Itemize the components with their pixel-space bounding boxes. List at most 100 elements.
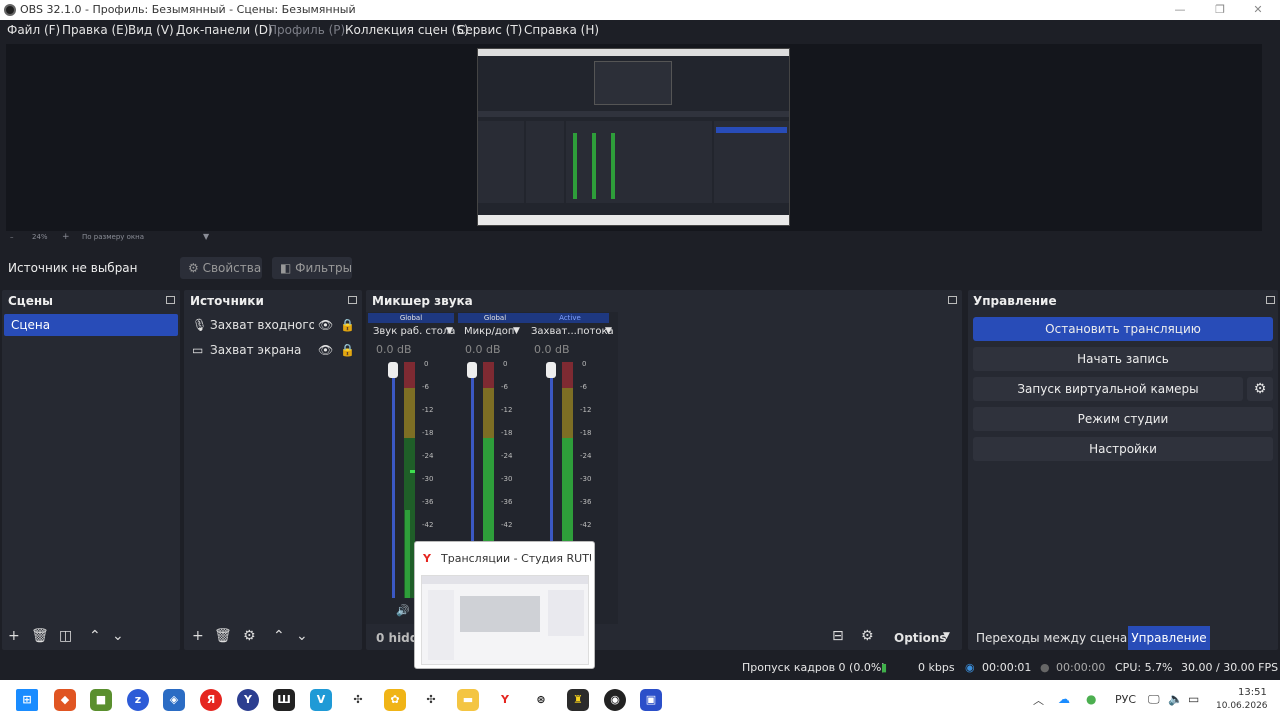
- undock-icon[interactable]: [166, 296, 175, 304]
- meter-scale: -24: [501, 452, 513, 460]
- app-icon[interactable]: ✣: [347, 689, 369, 711]
- options-button[interactable]: Options: [894, 631, 947, 645]
- zoom-fit-select[interactable]: По размеру окна: [82, 233, 144, 241]
- meter-red: [562, 362, 573, 388]
- minimize-button[interactable]: —: [1160, 1, 1200, 19]
- menu-scene-collection[interactable]: Коллекция сцен (S): [345, 23, 469, 37]
- undock-icon[interactable]: [348, 296, 357, 304]
- chevron-down-icon[interactable]: ▼: [605, 326, 612, 336]
- settings-button[interactable]: Настройки: [973, 437, 1273, 461]
- chatgpt-icon[interactable]: ⊛: [530, 689, 552, 711]
- stop-stream-button[interactable]: Остановить трансляцию: [973, 317, 1273, 341]
- shield-icon[interactable]: ◈: [163, 689, 185, 711]
- zoom-out-button[interactable]: –: [10, 233, 14, 241]
- channel-badge: Global: [458, 313, 532, 323]
- mixer-title: Микшер звука: [372, 294, 473, 308]
- battery-icon[interactable]: ▭: [1188, 692, 1199, 706]
- menu-view[interactable]: Вид (V): [128, 23, 174, 37]
- close-button[interactable]: ✕: [1238, 1, 1278, 19]
- tab-controls[interactable]: Управление: [1128, 626, 1210, 650]
- app-icon[interactable]: ▣: [640, 689, 662, 711]
- undock-icon[interactable]: [948, 296, 957, 304]
- add-source-button[interactable]: +: [192, 628, 204, 644]
- language-indicator[interactable]: РУС: [1115, 693, 1136, 706]
- maximize-button[interactable]: ❐: [1200, 1, 1240, 19]
- tray-icon[interactable]: ●: [1086, 692, 1096, 706]
- slider-handle[interactable]: [546, 362, 556, 378]
- slider-handle[interactable]: [467, 362, 477, 378]
- scene-item[interactable]: Сцена: [4, 314, 178, 336]
- volume-slider[interactable]: [392, 362, 395, 598]
- volume-icon[interactable]: 🔈: [1168, 692, 1183, 706]
- app-icon[interactable]: ◆: [54, 689, 76, 711]
- chevron-down-icon[interactable]: ▼: [203, 232, 209, 241]
- studio-mode-button[interactable]: Режим студии: [973, 407, 1273, 431]
- menu-bar: Файл (F) Правка (E) Вид (V) Док-панели (…: [0, 20, 1280, 42]
- windows-start-icon[interactable]: ⊞: [16, 689, 38, 711]
- start-record-button[interactable]: Начать запись: [973, 347, 1273, 371]
- menu-edit[interactable]: Правка (E): [62, 23, 128, 37]
- taskbar-preview-popup[interactable]: Y Трансляции - Студия RUTU...: [414, 541, 595, 669]
- menu-tools[interactable]: Сервис (T): [457, 23, 522, 37]
- slider-handle[interactable]: [388, 362, 398, 378]
- source-properties-button[interactable]: ⚙: [243, 628, 256, 644]
- menu-profile[interactable]: Профиль (P): [268, 23, 345, 37]
- app-icon[interactable]: ♜: [567, 689, 589, 711]
- clock-date[interactable]: 10.06.2026: [1216, 701, 1268, 711]
- chevron-down-icon[interactable]: ▼: [446, 326, 453, 336]
- move-down-button[interactable]: ⌄: [296, 628, 308, 644]
- source-item-audio[interactable]: Захват входного ау...: [210, 318, 314, 332]
- source-item-screen[interactable]: Захват экрана: [210, 343, 301, 357]
- folder-icon[interactable]: ▬: [457, 689, 479, 711]
- chevron-up-icon[interactable]: ︿: [1033, 692, 1044, 708]
- app-icon[interactable]: ✣: [420, 689, 442, 711]
- filter-icon: ◧: [280, 261, 292, 275]
- remove-scene-button[interactable]: 🗑: [31, 628, 49, 644]
- minecraft-icon[interactable]: ■: [90, 689, 112, 711]
- yandex-icon[interactable]: Я: [200, 689, 222, 711]
- yandex-browser-icon[interactable]: Y: [494, 689, 516, 711]
- move-up-button[interactable]: ⌃: [273, 628, 285, 644]
- mixer-settings-icon[interactable]: ⚙: [861, 628, 874, 644]
- layout-icon[interactable]: ⊟: [832, 628, 844, 644]
- clock-time[interactable]: 13:51: [1238, 687, 1267, 698]
- tab-transitions[interactable]: Переходы между сценами: [976, 631, 1144, 645]
- filters-button[interactable]: ◧ Фильтры: [272, 257, 352, 279]
- network-icon[interactable]: 🖵: [1148, 692, 1160, 707]
- yandex-browser-icon[interactable]: Y: [237, 689, 259, 711]
- meter-scale: -12: [580, 406, 592, 414]
- menu-help[interactable]: Справка (H): [524, 23, 599, 37]
- meter-scale: 0: [582, 360, 587, 368]
- menu-file[interactable]: Файл (F): [7, 23, 60, 37]
- cpu-usage: CPU: 5.7%: [1115, 661, 1173, 674]
- obs-icon[interactable]: ◉: [604, 689, 626, 711]
- scene-filters-button[interactable]: ◫: [59, 628, 72, 644]
- vpn-icon[interactable]: V: [310, 689, 332, 711]
- add-scene-button[interactable]: +: [8, 628, 20, 644]
- speaker-icon[interactable]: 🔊: [396, 604, 410, 617]
- zoom-icon[interactable]: z: [127, 689, 149, 711]
- app-icon[interactable]: Ш: [273, 689, 295, 711]
- eye-icon[interactable]: 👁: [318, 343, 333, 357]
- lock-icon[interactable]: 🔒: [340, 318, 355, 332]
- meter-scale: -6: [501, 383, 508, 391]
- chevron-down-icon[interactable]: ▼: [513, 326, 520, 336]
- move-down-button[interactable]: ⌄: [112, 628, 124, 644]
- properties-button[interactable]: ⚙ Свойства: [180, 257, 262, 279]
- app-icon[interactable]: ✿: [384, 689, 406, 711]
- meter-scale: -12: [501, 406, 513, 414]
- lock-icon[interactable]: 🔒: [340, 343, 355, 357]
- channel-db: 0.0 dB: [376, 343, 412, 356]
- zoom-in-button[interactable]: +: [62, 232, 70, 242]
- meter-red: [483, 362, 494, 388]
- move-up-button[interactable]: ⌃: [89, 628, 101, 644]
- meter-scale: -42: [501, 521, 513, 529]
- gear-icon[interactable]: ⚙: [1247, 377, 1273, 401]
- remove-source-button[interactable]: 🗑: [214, 628, 232, 644]
- virtual-camera-button[interactable]: Запуск виртуальной камеры: [973, 377, 1243, 401]
- eye-icon[interactable]: 👁: [318, 318, 333, 332]
- menu-docks[interactable]: Док-панели (D): [176, 23, 273, 37]
- undock-icon[interactable]: [1266, 296, 1275, 304]
- cloud-icon[interactable]: ☁: [1058, 692, 1070, 706]
- chevron-down-icon[interactable]: ▼: [943, 631, 950, 641]
